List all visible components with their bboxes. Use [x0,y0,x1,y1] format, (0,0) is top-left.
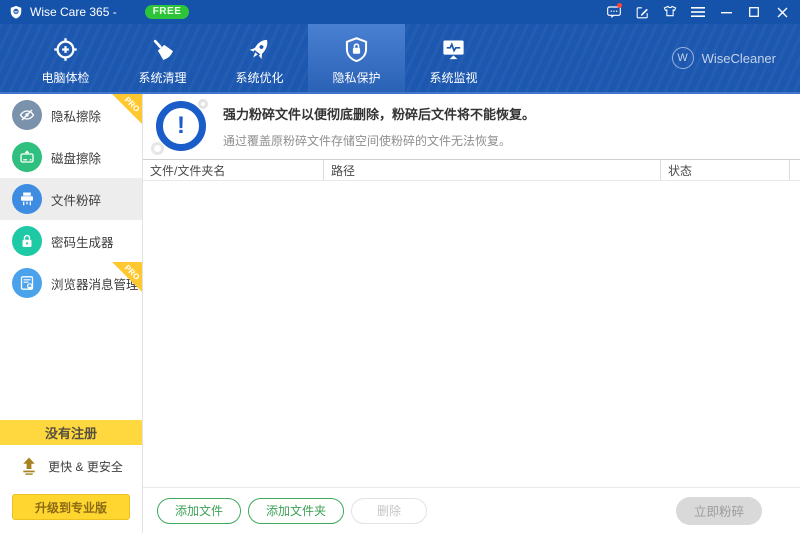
disk-erase-icon [12,142,42,172]
action-footer: 添加文件 添加文件夹 删除 立即粉碎 [143,487,800,533]
sidebar-item-file-shredder[interactable]: 文件粉碎 [0,178,142,220]
body: 隐私擦除 PRO 磁盘擦除 [0,94,800,533]
upgrade-tagline-row: 更快 & 更安全 [0,456,142,476]
license-badge: FREE [145,5,190,19]
nav-tab-pc-checkup[interactable]: 电脑体检 [17,24,114,92]
titlebar-icons [600,0,800,24]
browser-message-icon [12,268,42,298]
feedback-message-icon[interactable] [600,0,628,24]
notice-title: 强力粉碎文件以便彻底删除，粉碎后文件将不能恢复。 [223,104,535,123]
minimize-button[interactable] [712,0,740,24]
sidebar-item-disk-eraser[interactable]: 磁盘擦除 [0,136,142,178]
brand-name: WiseCleaner [702,51,776,66]
column-header-name[interactable]: 文件/文件夹名 [143,160,323,180]
notice-text: 强力粉碎文件以便彻底删除，粉碎后文件将不能恢复。 通过覆盖原粉碎文件存储空间使粉… [223,104,535,149]
upgrade-tagline: 更快 & 更安全 [48,458,123,475]
notification-dot [617,3,622,8]
nav-tab-label: 系统优化 [235,69,283,86]
upgrade-to-pro-button[interactable]: 升级到专业版 [12,494,130,520]
nav-tab-system-cleaner[interactable]: 系统清理 [114,24,211,92]
edit-note-icon[interactable] [628,0,656,24]
skin-theme-icon[interactable] [656,0,684,24]
shredder-icon [12,184,42,214]
add-file-button[interactable]: 添加文件 [157,498,241,524]
shred-list-empty [143,181,800,486]
notice-subtitle: 通过覆盖原粉碎文件存储空间使粉碎的文件无法恢复。 [223,132,535,149]
sidebar-item-label: 隐私擦除 [51,106,101,125]
sidebar-item-label: 磁盘擦除 [51,148,101,167]
shredder-notice: ! 强力粉碎文件以便彻底删除，粉碎后文件将不能恢复。 通过覆盖原粉碎文件存储空间… [143,94,800,160]
nav-tab-system-tuneup[interactable]: 系统优化 [211,24,308,92]
nav-tab-label: 电脑体检 [41,69,89,86]
column-header-status[interactable]: 状态 [660,160,790,180]
nav-tab-label: 系统监视 [429,69,477,86]
wise-care-365-window: Wise Care 365 - FREE [0,0,800,533]
sidebar-item-browser-message-manager[interactable]: 浏览器消息管理 PRO [0,262,142,304]
wisecleaner-brand: W WiseCleaner [672,24,776,92]
nav-tab-label: 隐私保护 [332,69,380,86]
eye-off-icon [12,100,42,130]
nav-tab-privacy-protector[interactable]: 隐私保护 [308,24,405,92]
close-button[interactable] [768,0,796,24]
shred-list-header: 文件/文件夹名 路径 状态 [143,160,800,181]
register-status-bar[interactable]: 没有注册 [0,420,142,445]
delete-button[interactable]: 删除 [351,498,427,524]
maximize-button[interactable] [740,0,768,24]
shield-lock-icon [343,36,370,63]
pro-ribbon: PRO [112,94,142,124]
sidebar-item-label: 文件粉碎 [51,190,101,209]
brand-logo-icon: W [672,47,694,69]
sidebar: 隐私擦除 PRO 磁盘擦除 [0,94,143,533]
menu-icon[interactable] [684,0,712,24]
broom-icon [149,36,176,63]
main-navbar: 电脑体检 系统清理 系统优化 [0,24,800,94]
lock-icon [12,226,42,256]
shred-now-button[interactable]: 立即粉碎 [676,497,762,525]
add-folder-button[interactable]: 添加文件夹 [248,498,344,524]
sidebar-item-privacy-eraser[interactable]: 隐私擦除 PRO [0,94,142,136]
pro-ribbon: PRO [112,262,142,292]
rocket-icon [246,36,273,63]
titlebar: Wise Care 365 - FREE [0,0,800,24]
checkup-target-icon [52,36,79,63]
app-shield-icon [9,5,23,19]
nav-tab-system-monitor[interactable]: 系统监视 [405,24,502,92]
alert-circle-icon: ! [151,98,213,156]
monitor-pulse-icon [440,36,467,63]
nav-tab-label: 系统清理 [138,69,186,86]
column-header-path[interactable]: 路径 [323,160,660,180]
sidebar-item-password-generator[interactable]: 密码生成器 [0,220,142,262]
main-panel: ! 强力粉碎文件以便彻底删除，粉碎后文件将不能恢复。 通过覆盖原粉碎文件存储空间… [143,94,800,533]
upload-arrow-icon [19,456,39,476]
sidebar-item-label: 密码生成器 [51,232,114,251]
app-title: Wise Care 365 - [30,5,117,19]
